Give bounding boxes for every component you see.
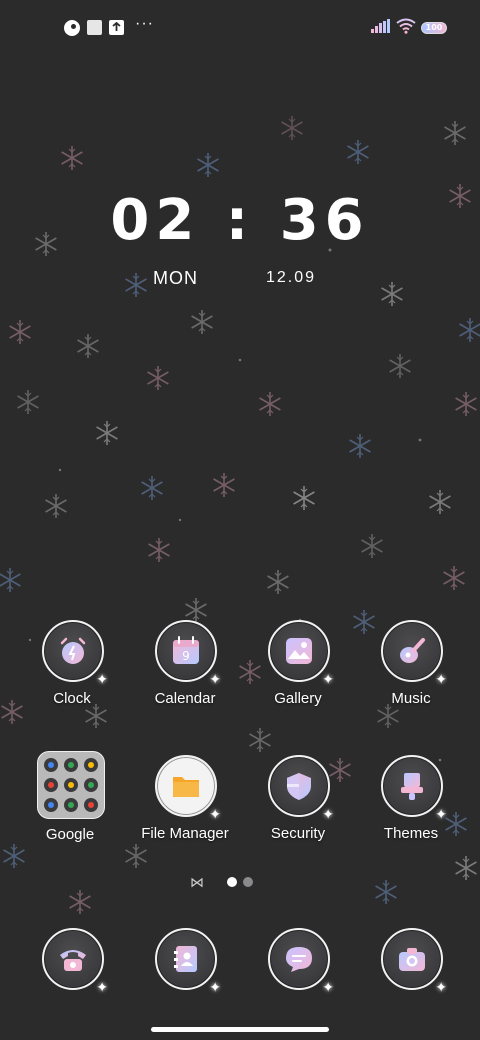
- upload-icon: [109, 20, 124, 35]
- app-calendar[interactable]: 9 Calendar: [125, 620, 245, 730]
- shield-icon: [268, 755, 334, 823]
- wifi-icon: [396, 18, 416, 34]
- dock-messages[interactable]: [238, 928, 358, 1038]
- app-label: Google: [45, 826, 95, 843]
- app-file-manager[interactable]: File Manager: [125, 755, 245, 865]
- app-security[interactable]: Security: [238, 755, 358, 865]
- app-themes[interactable]: Themes: [351, 755, 471, 865]
- screenshot-icon: [87, 20, 102, 35]
- clock-time[interactable]: 02 : 36: [0, 188, 480, 253]
- app-clock[interactable]: Clock: [12, 620, 132, 730]
- app-google-folder[interactable]: [37, 751, 105, 819]
- gallery-icon: [268, 620, 334, 688]
- google-folder-icon: [48, 762, 94, 808]
- dock-contacts[interactable]: [125, 928, 245, 1038]
- dock-phone[interactable]: [12, 928, 132, 1038]
- app-gallery[interactable]: Gallery: [238, 620, 358, 730]
- clock-day: MON: [153, 268, 198, 288]
- camera-icon: [381, 928, 447, 996]
- battery-icon: 100: [421, 22, 447, 34]
- app-music[interactable]: Music: [351, 620, 471, 730]
- app-label: Music: [391, 690, 431, 707]
- page-dot-active[interactable]: [227, 877, 237, 887]
- clock-date: 12.09: [266, 269, 317, 286]
- status-bar: ··· 100: [0, 15, 480, 40]
- music-icon: [381, 620, 447, 688]
- folder-icon: [155, 755, 221, 823]
- svg-text:9: 9: [182, 649, 190, 663]
- home-gesture-bar[interactable]: [151, 1027, 329, 1032]
- messages-icon: [268, 928, 334, 996]
- alarm-clock-icon: [42, 620, 108, 688]
- phone-icon: [42, 928, 108, 996]
- dock-camera[interactable]: [351, 928, 471, 1038]
- calendar-icon: 9: [155, 620, 221, 688]
- notification-bubble-icon: [64, 20, 80, 36]
- page-indicator[interactable]: ⋈: [190, 874, 290, 890]
- more-icon: ···: [135, 15, 154, 32]
- page-dot[interactable]: [243, 877, 253, 887]
- bow-icon: ⋈: [190, 874, 204, 890]
- themes-icon: [381, 755, 447, 823]
- app-label: Themes: [383, 825, 439, 842]
- contacts-icon: [155, 928, 221, 996]
- signal-icon: [371, 19, 390, 33]
